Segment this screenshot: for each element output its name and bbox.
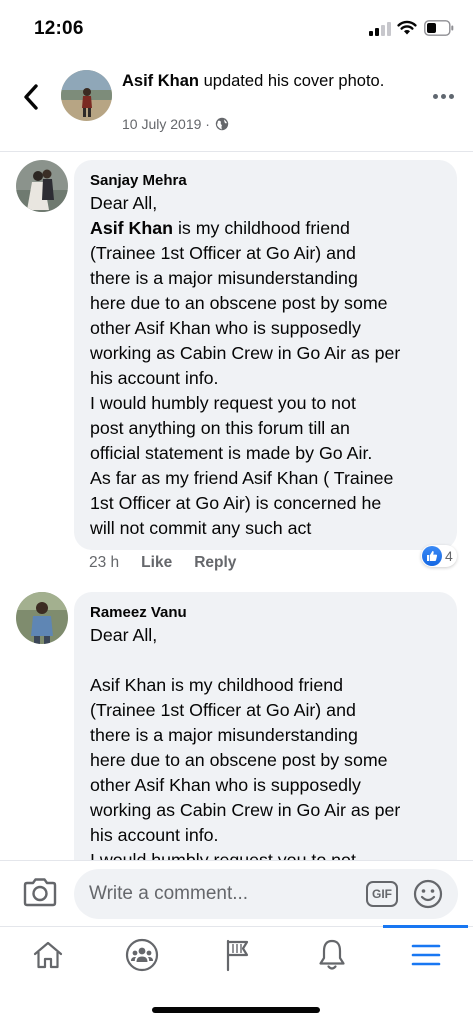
pages-flag-icon [226,939,249,972]
commenter-avatar[interactable] [16,592,68,644]
comment-line: other Asif Khan who is supposedly [90,318,361,338]
comment-line: Asif Khan is my childhood friend [90,675,344,695]
more-dot-icon [448,93,454,99]
wifi-icon [397,20,417,35]
tab-groups[interactable] [122,935,162,975]
comment-line: (Trainee 1st Officer at Go Air) and [90,700,356,720]
comment-line: As far as my friend Asif Khan ( Trainee [90,468,394,488]
home-icon [33,941,63,969]
post-date[interactable]: 10 July 2019 · [122,116,210,132]
comment-line [90,648,450,673]
comment-line: post anything on this forum till an [90,418,350,438]
comment-line: there is a major misunderstanding [90,725,358,745]
gif-button[interactable]: GIF [366,881,398,907]
emoji-icon[interactable] [413,879,443,909]
comment-line: official statement is made by Go Air. [90,443,373,463]
chevron-left-icon [24,84,38,110]
author-avatar[interactable] [61,70,112,121]
commenter-avatar[interactable] [16,160,68,212]
back-button[interactable] [16,80,46,114]
post-header: Asif Khan updated his cover photo. 10 Ju… [0,58,473,152]
comment-line: working as Cabin Crew in Go Air as per [90,343,401,363]
post-author-name[interactable]: Asif Khan [122,72,199,90]
tab-notifications[interactable] [312,935,352,975]
status-time: 12:06 [34,18,84,39]
comment-line: his account info. [90,368,219,388]
status-bar: 12:06 [0,0,473,58]
globe-icon [215,117,229,131]
comment-line: working as Cabin Crew in Go Air as per [90,800,401,820]
like-button[interactable]: Like [141,554,172,572]
comment-line: there is a major misunderstanding [90,268,358,288]
more-options-button[interactable] [429,86,457,106]
reaction-summary[interactable]: 4 [421,545,457,567]
post-meta: 10 July 2019 · [122,116,229,132]
comment-line: I would humbly request you to not [90,850,356,860]
more-dot-icon [432,93,438,99]
comment-line: his account info. [90,825,219,845]
comment-author-name[interactable]: Rameez Vanu [90,604,187,621]
groups-icon [125,938,159,972]
like-reaction-icon [422,546,442,566]
more-dot-icon [440,93,446,99]
reply-button[interactable]: Reply [194,554,236,572]
active-tab-indicator [383,925,468,928]
comment-composer: GIF [0,860,473,926]
camera-icon[interactable] [22,877,58,907]
tab-home[interactable] [28,935,68,975]
comment-bubble[interactable]: Sanjay Mehra Dear All, Asif Khan is my c… [74,160,457,550]
bottom-tab-bar [0,925,473,1024]
comment-bubble[interactable]: Rameez Vanu Dear All, Asif Khan is my ch… [74,592,457,860]
menu-icon [411,944,441,966]
comment-line: 1st Officer at Go Air) is concerned he [90,493,382,513]
tab-menu[interactable] [406,935,446,975]
post-header-title: Asif Khan updated his cover photo. [122,70,392,92]
comment-line: other Asif Khan who is supposedly [90,775,361,795]
comment-line: Dear All, [90,193,158,213]
comment-line: here due to an obscene post by some [90,293,388,313]
battery-icon [424,20,454,36]
comment-line: here due to an obscene post by some [90,750,388,770]
comment-input[interactable] [74,869,458,919]
comment-time[interactable]: 23 h [89,554,119,572]
tab-pages[interactable] [217,935,257,975]
reaction-count: 4 [445,548,453,564]
comment-line: will not commit any such act [90,518,312,538]
comment-author-name[interactable]: Sanjay Mehra [90,172,187,189]
comment-line: Dear All, [90,625,158,645]
comment-text: Dear All, Asif Khan is my childhood frie… [90,191,450,541]
comment-line: I would humbly request you to not [90,393,356,413]
cellular-signal-icon [369,22,391,36]
mentioned-name[interactable]: Asif Khan [90,218,173,238]
comment-line: Asif Khan is my childhood friend [90,218,350,238]
comment-line: (Trainee 1st Officer at Go Air) and [90,243,356,263]
post-action-text: updated his cover photo. [199,72,385,90]
comment-actions: 23 h Like Reply [89,554,236,572]
home-indicator-bar [152,1007,320,1013]
notifications-bell-icon [319,939,345,970]
comments-list[interactable]: Sanjay Mehra Dear All, Asif Khan is my c… [0,152,473,860]
comment-text: Dear All, Asif Khan is my childhood frie… [90,623,450,860]
